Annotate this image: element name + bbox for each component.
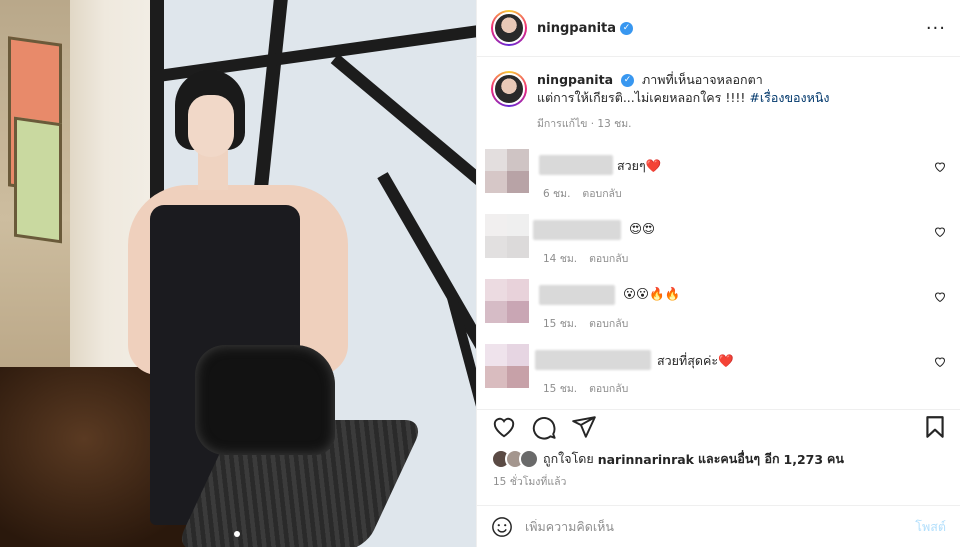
carousel-indicator-dot [234,531,240,537]
post-header: ningpanita ✓ ··· [477,0,960,57]
caption-hashtag[interactable]: #เรื่องของหนิง [749,90,829,105]
post-comment-button[interactable]: โพสต์ [915,517,946,537]
add-comment-bar: โพสต์ [477,505,960,547]
more-options-icon[interactable]: ··· [926,18,946,39]
post-timestamp[interactable]: 15 ชั่วโมงที่แล้ว [493,473,566,490]
photo-bag [195,345,335,455]
photo-frame-art [14,116,62,244]
verified-badge-icon: ✓ [621,74,634,87]
caption-author-avatar[interactable] [491,71,527,107]
emoji-smiley-icon[interactable] [491,516,513,538]
caption-username[interactable]: ningpanita [537,72,613,87]
comment-item: 😍😍 14 ชม. ตอบกลับ [485,214,946,274]
comment-text: 😍😍 [629,221,656,236]
comment-avatar[interactable] [485,149,529,193]
comment-reply-button[interactable]: ตอบกลับ [589,383,628,395]
caption-text-line1: ภาพที่เห็นอาจหลอกตา [641,72,763,87]
share-send-icon[interactable] [571,414,597,440]
instagram-post-modal: ningpanita ✓ ··· ningpanita ✓ ภาพที่เห็น… [0,0,960,547]
likes-suffix[interactable]: คน [827,449,844,469]
post-actions-bar [477,409,960,445]
comment-username-blurred[interactable] [533,220,621,240]
comment-avatar[interactable] [485,214,529,258]
likes-summary: ถูกใจโดย narinnarinrak และคนอื่นๆ อีก 1,… [491,449,844,469]
likes-middle[interactable]: และคนอื่นๆ อีก [698,449,780,469]
liker-username[interactable]: narinnarinrak [598,452,694,467]
comment-text: สวยๆ❤️ [617,158,662,173]
comment-time: 15 ชม. [543,318,578,330]
comment-reply-button[interactable]: ตอบกลับ [589,318,628,330]
post-photo[interactable] [0,0,476,547]
post-side-panel: ningpanita ✓ ··· ningpanita ✓ ภาพที่เห็น… [476,0,960,547]
comment-input[interactable] [525,519,916,534]
comment-username-blurred[interactable] [539,155,613,175]
comment-item: 😮😮🔥🔥 15 ชม. ตอบกลับ [485,279,946,339]
comment-bubble-icon[interactable] [531,414,557,440]
comment-avatar[interactable] [485,344,529,388]
caption-edited-time: มีการแก้ไข · 13 ชม. [537,118,632,130]
liker-avatars[interactable] [491,449,543,469]
caption-text-line2: แต่การให้เกียรติ...ไม่เคยหลอกใคร !!!! [537,90,746,105]
comment-time: 15 ชม. [543,383,578,395]
comment-reply-button[interactable]: ตอบกลับ [582,188,621,200]
save-bookmark-icon[interactable] [922,414,948,440]
comment-text: สวยที่สุดค่ะ❤️ [657,353,734,368]
likes-count[interactable]: 1,273 [784,452,824,467]
comment-like-heart-icon[interactable] [934,356,946,368]
like-heart-icon[interactable] [491,414,517,440]
comment-avatar[interactable] [485,279,529,323]
comment-username-blurred[interactable] [539,285,615,305]
verified-badge-icon: ✓ [620,21,634,35]
comment-item: สวยที่สุดค่ะ❤️ 15 ชม. ตอบกลับ [485,344,946,404]
comment-item: สวยๆ❤️ 6 ชม. ตอบกลับ [485,149,946,209]
post-caption: ningpanita ✓ ภาพที่เห็นอาจหลอกตา แต่การใ… [491,71,946,132]
comment-like-heart-icon[interactable] [934,291,946,303]
photo-person [188,95,234,157]
comment-username-blurred[interactable] [535,350,651,370]
author-username[interactable]: ningpanita [537,21,616,36]
comments-section[interactable]: ningpanita ✓ ภาพที่เห็นอาจหลอกตา แต่การใ… [477,57,960,409]
comment-like-heart-icon[interactable] [934,161,946,173]
comment-reply-button[interactable]: ตอบกลับ [589,253,628,265]
likes-prefix: ถูกใจโดย [543,451,594,466]
comment-like-heart-icon[interactable] [934,226,946,238]
author-avatar[interactable] [491,10,527,46]
comment-time: 6 ชม. [543,188,571,200]
comment-text: 😮😮🔥🔥 [623,286,681,301]
comment-time: 14 ชม. [543,253,578,265]
